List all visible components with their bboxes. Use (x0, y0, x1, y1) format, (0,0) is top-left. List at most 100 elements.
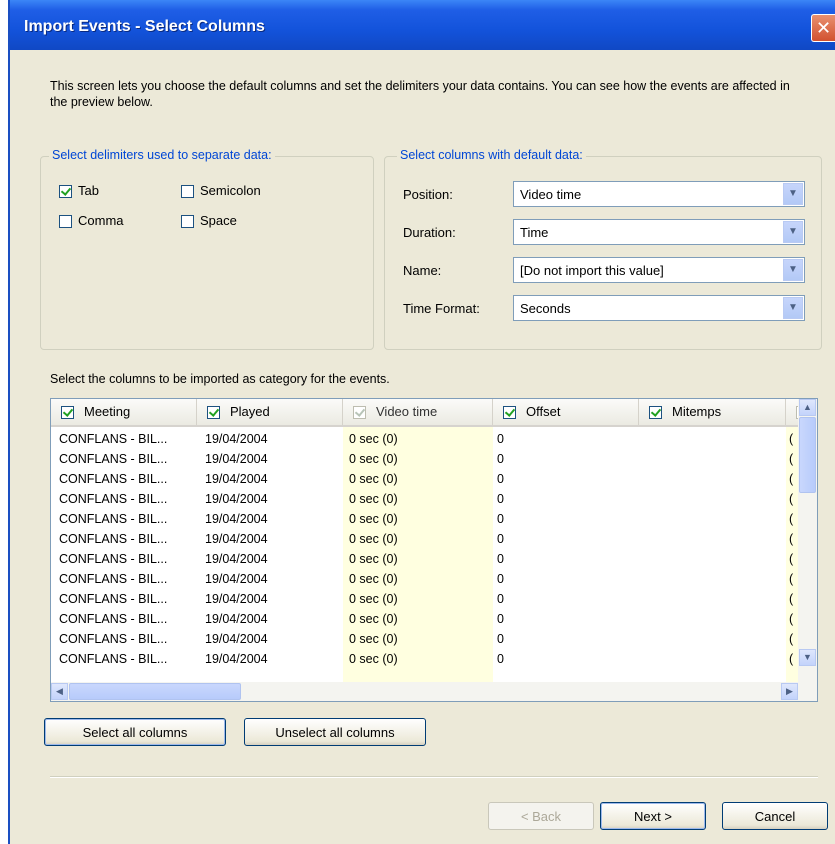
chevron-down-icon[interactable]: ▼ (783, 259, 803, 281)
played-cell: 19/04/2004 (205, 652, 268, 666)
offset-cell: 0 (497, 632, 504, 646)
time-format-select[interactable]: Seconds ▼ (513, 295, 805, 321)
column-offset-checkbox[interactable] (503, 406, 516, 420)
horizontal-scrollbar[interactable]: ◀ ▶ (51, 682, 817, 701)
offset-cell: 0 (497, 552, 504, 566)
select-all-columns-button[interactable]: Select all columns (44, 718, 226, 746)
video-time-cell: 0 sec (0) (349, 512, 398, 526)
chevron-down-icon[interactable]: ▼ (783, 183, 803, 205)
played-cell: 19/04/2004 (205, 632, 268, 646)
video-time-cell: 0 sec (0) (349, 532, 398, 546)
table-row[interactable]: CONFLANS - BIL... 19/04/2004 0 sec (0) 0 ( (51, 451, 798, 467)
close-button[interactable]: ✕ (811, 14, 835, 42)
column-header-video-time[interactable]: Video time (343, 399, 493, 425)
delimiters-legend: Select delimiters used to separate data: (49, 148, 275, 162)
table-row[interactable]: CONFLANS - BIL... 19/04/2004 0 sec (0) 0 ( (51, 631, 798, 647)
vertical-scroll-thumb[interactable] (799, 417, 816, 493)
meeting-cell: CONFLANS - BIL... (59, 572, 168, 586)
offset-cell: 0 (497, 532, 504, 546)
time-format-value: Seconds (520, 301, 571, 316)
position-select[interactable]: Video time ▼ (513, 181, 805, 207)
delimiter-space-option[interactable]: Space (181, 213, 237, 229)
arrow-down-icon[interactable]: ▼ (799, 649, 816, 666)
table-row[interactable]: CONFLANS - BIL... 19/04/2004 0 sec (0) 0 ( (51, 571, 798, 587)
name-value: [Do not import this value] (520, 263, 664, 278)
chevron-down-icon[interactable]: ▼ (783, 297, 803, 319)
duration-select[interactable]: Time ▼ (513, 219, 805, 245)
duration-label: Duration: (403, 225, 456, 240)
played-cell: 19/04/2004 (205, 472, 268, 486)
back-button[interactable]: < Back (488, 802, 594, 830)
column-header-played[interactable]: Played (197, 399, 343, 425)
table-row[interactable]: CONFLANS - BIL... 19/04/2004 0 sec (0) 0 ( (51, 491, 798, 507)
column-played-label: Played (230, 404, 270, 419)
time-format-label: Time Format: (403, 301, 480, 316)
window-title: Import Events - Select Columns (24, 18, 265, 35)
import-events-dialog: Import Events - Select Columns ✕ This sc… (8, 0, 835, 844)
arrow-left-icon[interactable]: ◀ (51, 683, 68, 700)
meeting-cell: CONFLANS - BIL... (59, 492, 168, 506)
table-row[interactable]: CONFLANS - BIL... 19/04/2004 0 sec (0) 0 ( (51, 591, 798, 607)
meeting-cell: CONFLANS - BIL... (59, 652, 168, 666)
column-mitemps-checkbox[interactable] (649, 406, 662, 420)
delimiter-comma-label: Comma (78, 213, 124, 228)
column-header-mitemps[interactable]: Mitemps (639, 399, 786, 425)
played-cell: 19/04/2004 (205, 432, 268, 446)
video-time-cell: 0 sec (0) (349, 552, 398, 566)
column-header-meeting[interactable]: Meeting (51, 399, 197, 425)
video-time-cell: 0 sec (0) (349, 432, 398, 446)
delimiter-semicolon-checkbox[interactable] (181, 185, 194, 199)
title-bar[interactable]: Import Events - Select Columns ✕ (10, 0, 835, 50)
delimiter-space-checkbox[interactable] (181, 215, 194, 229)
table-row[interactable]: CONFLANS - BIL... 19/04/2004 0 sec (0) 0 ( (51, 431, 798, 447)
delimiter-tab-checkbox[interactable] (59, 185, 72, 199)
delimiter-semicolon-option[interactable]: Semicolon (181, 183, 261, 199)
column-mitemps-label: Mitemps (672, 404, 722, 419)
default-columns-group: Select columns with default data: Positi… (384, 148, 822, 350)
played-cell: 19/04/2004 (205, 492, 268, 506)
arrow-right-icon[interactable]: ▶ (781, 683, 798, 700)
column-played-checkbox[interactable] (207, 406, 220, 420)
played-cell: 19/04/2004 (205, 532, 268, 546)
next-button[interactable]: Next > (600, 802, 706, 830)
name-label: Name: (403, 263, 442, 278)
horizontal-scroll-thumb[interactable] (69, 683, 241, 700)
meeting-cell: CONFLANS - BIL... (59, 512, 168, 526)
video-time-cell: 0 sec (0) (349, 592, 398, 606)
video-time-cell: 0 sec (0) (349, 492, 398, 506)
meeting-cell: CONFLANS - BIL... (59, 632, 168, 646)
column-meeting-checkbox[interactable] (61, 406, 74, 420)
list-header: Meeting Played Video time Offset Mitemps (51, 399, 817, 427)
vertical-scrollbar[interactable]: ▲ ▼ (798, 399, 817, 684)
video-time-cell: 0 sec (0) (349, 612, 398, 626)
arrow-up-icon[interactable]: ▲ (799, 399, 816, 416)
video-time-cell: 0 sec (0) (349, 572, 398, 586)
offset-cell: 0 (497, 492, 504, 506)
video-time-cell: 0 sec (0) (349, 632, 398, 646)
table-row[interactable]: CONFLANS - BIL... 19/04/2004 0 sec (0) 0 ( (51, 531, 798, 547)
table-row[interactable]: CONFLANS - BIL... 19/04/2004 0 sec (0) 0 ( (51, 551, 798, 567)
column-header-offset[interactable]: Offset (493, 399, 639, 425)
played-cell: 19/04/2004 (205, 452, 268, 466)
meeting-cell: CONFLANS - BIL... (59, 552, 168, 566)
played-cell: 19/04/2004 (205, 572, 268, 586)
partial-cell: ( (789, 532, 794, 546)
chevron-down-icon[interactable]: ▼ (783, 221, 803, 243)
partial-cell: ( (789, 492, 794, 506)
table-row[interactable]: CONFLANS - BIL... 19/04/2004 0 sec (0) 0 ( (51, 611, 798, 627)
cancel-button[interactable]: Cancel (722, 802, 828, 830)
columns-preview-list[interactable]: Meeting Played Video time Offset Mitemps… (50, 398, 818, 702)
table-row[interactable]: CONFLANS - BIL... 19/04/2004 0 sec (0) 0 ( (51, 471, 798, 487)
delimiter-semicolon-label: Semicolon (200, 183, 261, 198)
offset-cell: 0 (497, 512, 504, 526)
table-row[interactable]: CONFLANS - BIL... 19/04/2004 0 sec (0) 0 ( (51, 511, 798, 527)
name-select[interactable]: [Do not import this value] ▼ (513, 257, 805, 283)
delimiter-comma-option[interactable]: Comma (59, 213, 124, 229)
delimiter-comma-checkbox[interactable] (59, 215, 72, 229)
meeting-cell: CONFLANS - BIL... (59, 532, 168, 546)
delimiter-tab-option[interactable]: Tab (59, 183, 99, 199)
unselect-all-columns-button[interactable]: Unselect all columns (244, 718, 426, 746)
table-row[interactable]: CONFLANS - BIL... 19/04/2004 0 sec (0) 0 ( (51, 651, 798, 667)
list-body: CONFLANS - BIL... 19/04/2004 0 sec (0) 0 ( CO… (51, 427, 802, 682)
meeting-cell: CONFLANS - BIL... (59, 612, 168, 626)
